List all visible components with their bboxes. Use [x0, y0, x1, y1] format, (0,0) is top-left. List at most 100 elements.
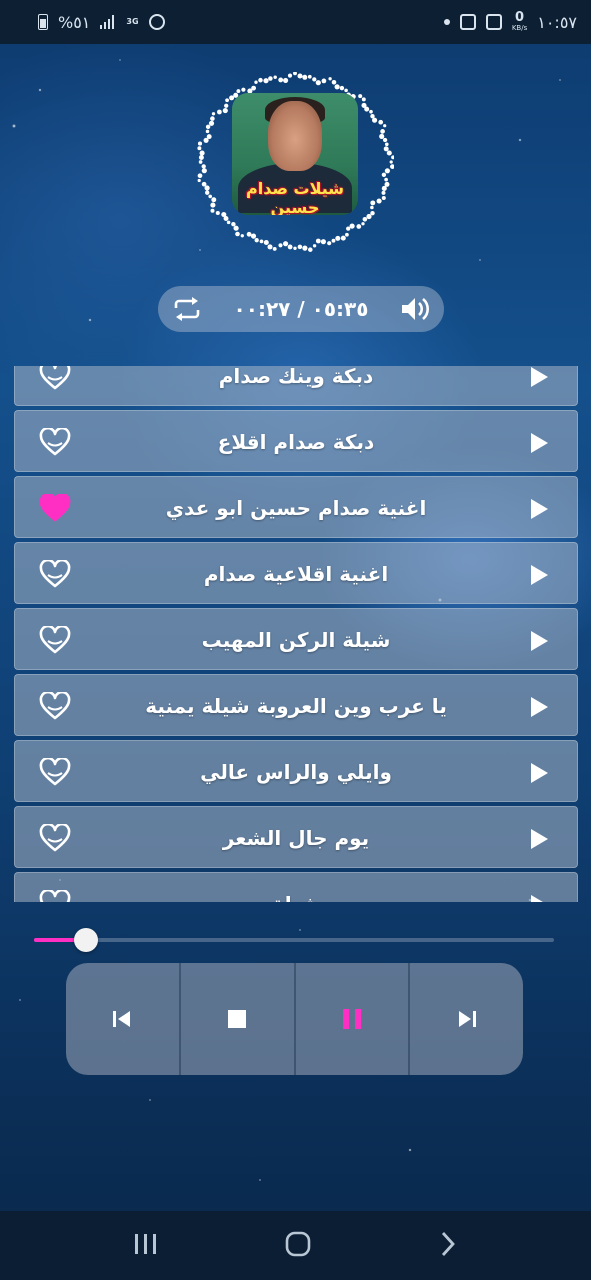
play-icon[interactable] — [529, 762, 549, 784]
next-button[interactable] — [408, 963, 523, 1075]
visualizer-dot — [198, 160, 203, 164]
visualizer-dot — [215, 210, 220, 216]
visualizer-dot — [201, 164, 206, 169]
visualizer-dot — [197, 173, 203, 179]
song-title: يا عرب وين العروبة شيلة يمنية — [145, 694, 447, 718]
heart-icon[interactable] — [39, 626, 71, 654]
visualizer-dot — [297, 244, 303, 250]
play-icon[interactable] — [529, 696, 549, 718]
visualizer-dot — [339, 85, 345, 91]
visualizer-dot — [224, 103, 229, 108]
album-art-caption: شيلات صدام حسين — [246, 179, 344, 215]
gallery-notification-icon — [485, 14, 502, 30]
visualizer-dot — [198, 155, 204, 160]
play-icon[interactable] — [529, 894, 549, 902]
song-title: دبكة وينك صدام — [218, 366, 374, 388]
visualizer-dot — [386, 150, 392, 156]
play-icon[interactable] — [529, 828, 549, 850]
visualizer-dot — [307, 74, 312, 79]
repeat-icon[interactable] — [172, 296, 202, 322]
heart-icon[interactable] — [39, 758, 71, 786]
seek-bar[interactable] — [34, 928, 554, 952]
signal-icon — [100, 15, 116, 29]
stop-button[interactable] — [178, 963, 294, 1075]
play-icon[interactable] — [529, 630, 549, 652]
visualizer-dot — [320, 239, 326, 245]
play-icon[interactable] — [529, 432, 549, 454]
visualizer-dot — [210, 116, 215, 121]
visualizer-dot — [287, 73, 293, 78]
heart-icon[interactable] — [39, 494, 71, 522]
recents-icon — [134, 1233, 156, 1254]
visualizer-dot — [254, 238, 259, 243]
visualizer-dot — [263, 78, 269, 84]
visualizer-dot — [346, 226, 351, 231]
visualizer-dot — [340, 235, 346, 241]
visualizer-dot — [372, 117, 378, 123]
playback-time: ٠٥:٣٥ / ٠٠:٢٧ — [233, 297, 369, 321]
visualizer-dot — [335, 235, 341, 241]
visualizer-dot — [379, 133, 385, 139]
heart-icon[interactable] — [39, 692, 71, 720]
visualizer-dot — [235, 231, 240, 237]
song-row[interactable]: دبكة صدام اقلاع — [14, 410, 578, 472]
previous-button[interactable] — [66, 963, 179, 1075]
visualizer-dot — [205, 129, 210, 134]
clock: ١٠:٥٧ — [537, 12, 577, 32]
playlist[interactable]: دبكة وينك صدام دبكة صدام اقلاع اغنية صدام … — [14, 366, 578, 902]
song-row[interactable]: يوم جال الشعر — [14, 806, 578, 868]
heart-icon[interactable] — [39, 560, 71, 588]
pause-button[interactable] — [293, 963, 409, 1075]
play-icon[interactable] — [529, 498, 549, 520]
back-button[interactable] — [438, 1230, 458, 1262]
song-row[interactable]: اغنية اقلاعية صدام — [14, 542, 578, 604]
song-row[interactable]: يا عرب وين العروبة شيلة يمنية — [14, 674, 578, 736]
next-icon — [458, 1011, 476, 1027]
song-row[interactable]: شيلة الركن المهيب — [14, 608, 578, 670]
visualizer-dot — [334, 84, 340, 90]
seek-progress — [34, 938, 76, 942]
visualizer-dot — [263, 240, 269, 245]
visualizer-dot — [201, 168, 207, 174]
song-title: شيلة الركن المهيب — [201, 628, 391, 652]
heart-icon[interactable] — [39, 366, 71, 390]
visualizer-dot — [349, 223, 355, 229]
heart-icon[interactable] — [39, 428, 71, 456]
song-title: اغنية صدام حسين ابو عدي — [165, 496, 427, 520]
network-speed: 0 KB/s — [512, 11, 527, 33]
visualizer-dot — [241, 87, 246, 92]
song-row[interactable]: وايلي والراس عالي — [14, 740, 578, 802]
visualizer-dot — [273, 75, 277, 79]
visualizer-dot — [383, 146, 389, 152]
play-icon[interactable] — [529, 366, 549, 388]
song-title: اغنية اقلاعية صدام — [203, 562, 389, 586]
visualizer-dot — [211, 197, 217, 203]
song-row[interactable]: دبكة وينك صدام — [14, 366, 578, 406]
visualizer-dot — [370, 210, 375, 216]
recent-apps-button[interactable] — [133, 1232, 159, 1260]
system-nav-bar — [0, 1211, 591, 1280]
visualizer-dot — [390, 164, 394, 169]
song-row[interactable]: شيلة — [14, 872, 578, 902]
visualizer-dot — [308, 247, 313, 252]
visualizer-dot — [231, 221, 236, 227]
visualizer-dot — [376, 198, 382, 204]
visualizer-dot — [272, 246, 277, 251]
visualizer-dot — [369, 109, 373, 114]
play-icon[interactable] — [529, 564, 549, 586]
stop-icon — [228, 1010, 247, 1028]
visualizer-dot — [312, 77, 317, 82]
heart-icon[interactable] — [39, 824, 71, 852]
home-button[interactable] — [284, 1230, 312, 1262]
status-left: %٥١ 3G — [38, 13, 165, 32]
visualizer-dot — [250, 233, 257, 239]
visualizer-dot — [278, 243, 283, 248]
heart-icon[interactable] — [39, 890, 71, 902]
seek-thumb[interactable] — [74, 928, 98, 952]
visualizer-dot — [361, 97, 366, 102]
visualizer-dot — [197, 141, 203, 146]
volume-icon[interactable] — [400, 295, 430, 323]
time-pill: ٠٥:٣٥ / ٠٠:٢٧ — [158, 286, 444, 332]
visualizer-dot — [287, 244, 293, 250]
song-row[interactable]: اغنية صدام حسين ابو عدي — [14, 476, 578, 538]
